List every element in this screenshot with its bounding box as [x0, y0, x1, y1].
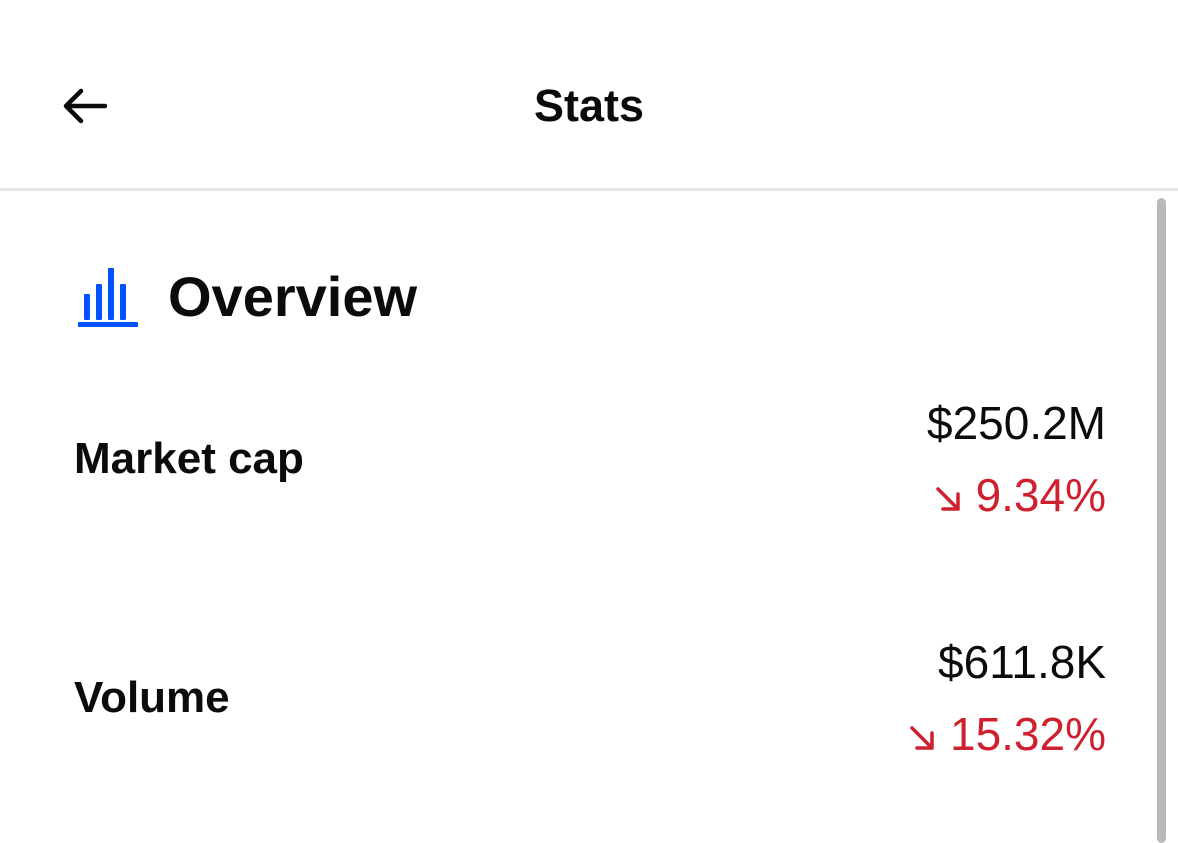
page-title: Stats	[533, 80, 645, 131]
section-title: Overview	[168, 265, 418, 328]
stats-screen: Stats Overview Market cap $250.2M 9.34% …	[0, 0, 1178, 843]
stat-label: Volume	[74, 673, 230, 722]
stat-value: $250.2M	[926, 397, 1106, 449]
stat-label: Market cap	[74, 434, 304, 483]
stat-change-value: 9.34%	[975, 469, 1106, 521]
bar-chart-icon	[78, 268, 138, 327]
arrow-down-right-icon	[935, 487, 960, 511]
stat-change-value: 15.32%	[949, 708, 1106, 760]
overview-section-header: Overview	[78, 262, 417, 332]
stat-value: $611.8K	[938, 636, 1106, 688]
stat-values: $250.2M 9.34%	[927, 395, 1106, 523]
header-divider	[0, 188, 1178, 191]
stat-row-volume: Volume $611.8K 15.32%	[74, 634, 1106, 764]
stat-change: 9.34%	[927, 467, 1106, 523]
stat-change: 15.32%	[908, 706, 1106, 762]
top-bar: Stats	[0, 0, 1178, 188]
stat-row-market-cap: Market cap $250.2M 9.34%	[74, 395, 1106, 525]
scrollbar[interactable]	[1157, 198, 1166, 843]
stat-values: $611.8K 15.32%	[908, 634, 1106, 762]
arrow-down-right-icon	[910, 726, 934, 750]
